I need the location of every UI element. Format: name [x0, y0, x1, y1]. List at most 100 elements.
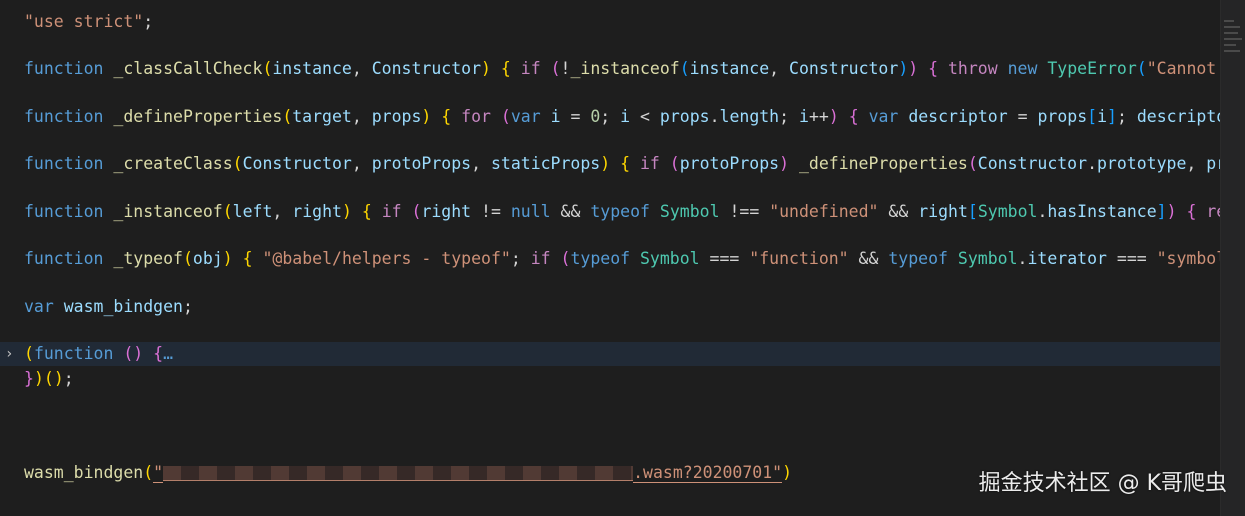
token: var [24, 297, 54, 316]
minimap-mark [1224, 50, 1240, 52]
token: null [510, 202, 551, 221]
token: ; [182, 297, 193, 316]
token: Symbol [957, 249, 1018, 268]
token: "symbol" [1156, 249, 1221, 268]
token: obj [192, 249, 223, 268]
token: { [848, 107, 859, 126]
token: i [550, 107, 561, 126]
token: ; [779, 107, 799, 126]
token: ( [262, 59, 273, 78]
token: ) [779, 154, 790, 173]
token: staticProps [490, 154, 601, 173]
token: "@babel/helpers - typeof" [262, 249, 511, 268]
token: new [1007, 59, 1038, 78]
token: ) [133, 344, 144, 363]
token: ( [182, 249, 193, 268]
token: i [620, 107, 631, 126]
code-line-8-folded[interactable]: (function () {… [24, 342, 1221, 366]
token: var [510, 107, 541, 126]
token: ; [510, 249, 531, 268]
token: right [292, 202, 342, 221]
token: === [1106, 249, 1157, 268]
token: instance [689, 59, 770, 78]
token: ) [421, 107, 432, 126]
token: , [351, 59, 372, 78]
token: && [550, 202, 591, 221]
token: [ [1087, 107, 1098, 126]
token: return [1206, 202, 1221, 221]
redacted-url-segment [163, 466, 634, 481]
token: function [24, 249, 104, 268]
token: function [24, 154, 104, 173]
token: ; [1116, 107, 1137, 126]
code-line-5[interactable]: function _instanceof(left, right) { if (… [24, 200, 1221, 224]
code-line-7[interactable]: var wasm_bindgen; [24, 295, 1221, 319]
token: , [1186, 154, 1207, 173]
token: wasm_bindgen [63, 297, 183, 316]
token: ( [669, 154, 680, 173]
minimap[interactable] [1220, 0, 1245, 516]
token: hasInstance [1047, 202, 1157, 221]
token: ) [53, 369, 64, 388]
token: ++ [808, 107, 829, 126]
token: typeof [590, 202, 650, 221]
token: { [500, 59, 511, 78]
code-line-3[interactable]: function _defineProperties(target, props… [24, 105, 1221, 129]
token: ( [123, 344, 134, 363]
token: { [928, 59, 939, 78]
token: { [441, 107, 452, 126]
folded-code-ellipsis[interactable]: … [163, 344, 173, 363]
token: = [560, 107, 591, 126]
token: ] [1107, 107, 1117, 126]
code-line-1[interactable]: "use strict"; [24, 10, 1221, 34]
token: function [24, 202, 104, 221]
token: ( [560, 249, 571, 268]
code-line-2[interactable]: function _classCallCheck(instance, Const… [24, 57, 1221, 81]
token: ( [282, 107, 293, 126]
token: " [153, 463, 164, 483]
token: 0 [590, 107, 601, 126]
token: var [868, 107, 899, 126]
token: ) [908, 59, 919, 78]
code-editor[interactable]: "use strict"; function _classCallCheck(i… [0, 0, 1245, 516]
token: iterator [1027, 249, 1107, 268]
code-line-9[interactable]: })(); [24, 367, 1221, 391]
token: function [24, 59, 104, 78]
token: === [699, 249, 750, 268]
token: Constructor [977, 154, 1088, 173]
fold-chevron-right-icon[interactable]: › [5, 342, 17, 366]
token: ) [222, 249, 233, 268]
token: . [1017, 249, 1028, 268]
token: Constructor [371, 59, 482, 78]
token: ( [43, 369, 54, 388]
code-line-6[interactable]: function _typeof(obj) { "@babel/helpers … [24, 247, 1221, 271]
token: ( [500, 107, 511, 126]
minimap-mark [1224, 26, 1240, 28]
minimap-mark [1224, 32, 1238, 34]
code-line-4[interactable]: function _createClass(Constructor, proto… [24, 152, 1221, 176]
minimap-mark [1224, 20, 1234, 22]
token: [ [967, 202, 978, 221]
token: if [520, 59, 541, 78]
token: protoProps [371, 154, 472, 173]
token: instance [272, 59, 352, 78]
token: i [1097, 107, 1108, 126]
token: && [878, 202, 919, 221]
token: i [799, 107, 809, 126]
